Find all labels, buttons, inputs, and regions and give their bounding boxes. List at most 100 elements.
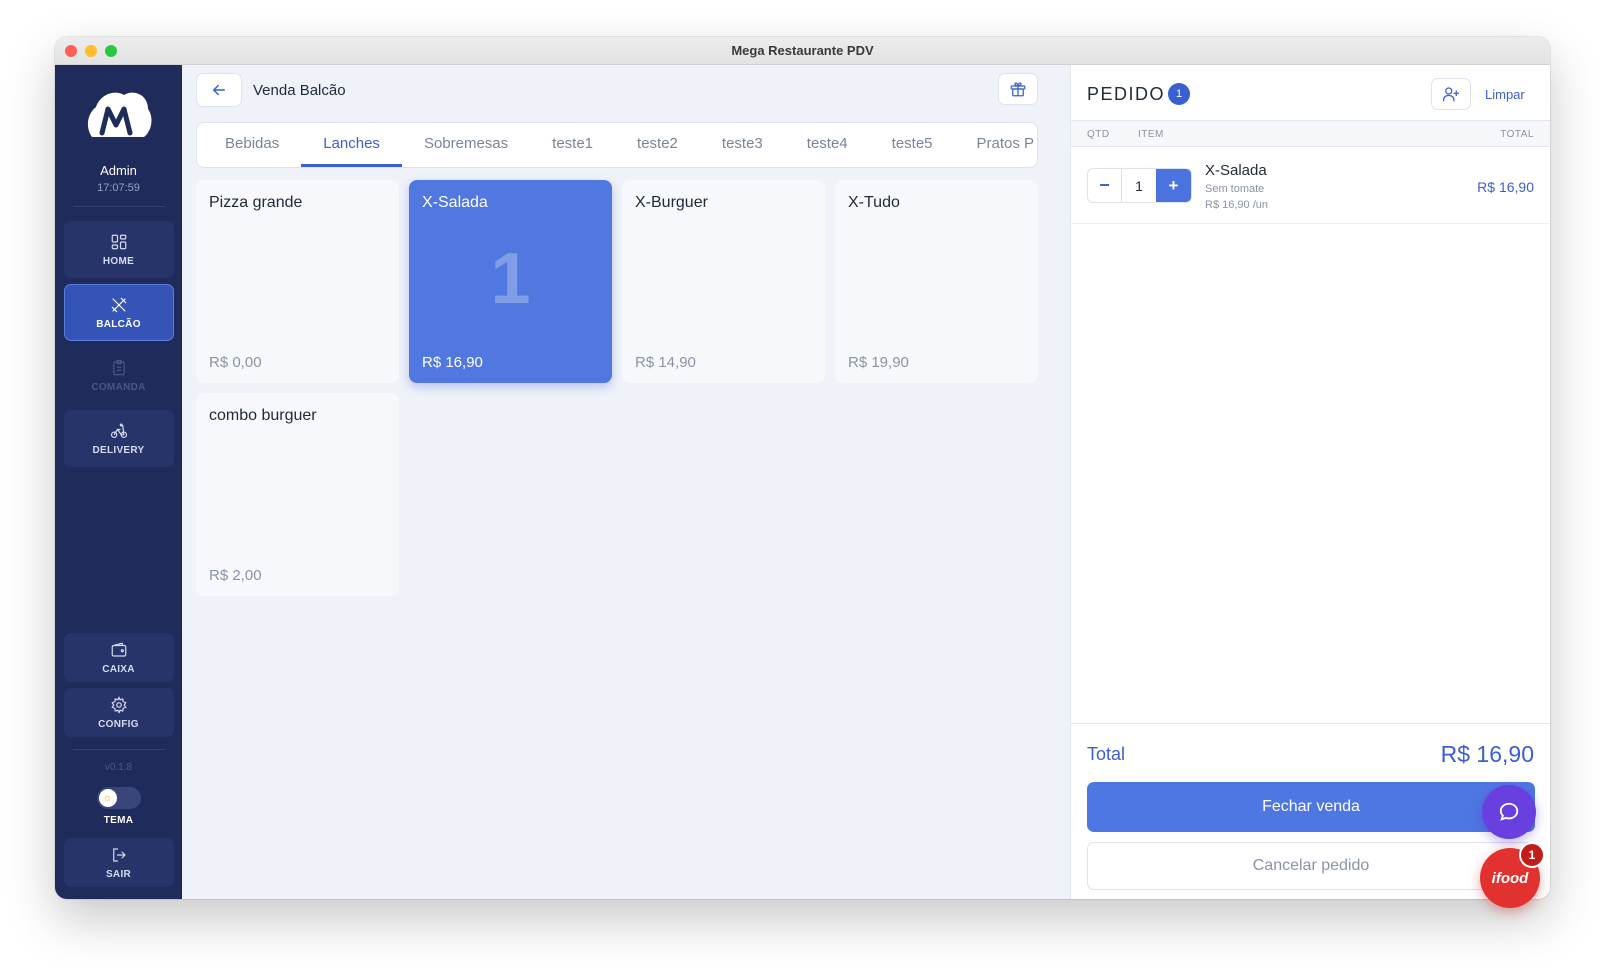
nav-delivery-label: DELIVERY — [92, 444, 145, 456]
window-controls — [65, 45, 117, 57]
utensils-crossed-icon — [111, 297, 126, 312]
sales-area: Venda Balcão Bebidas Lanches Sobremesas … — [182, 65, 1070, 899]
sidebar-divider — [72, 206, 165, 207]
product-price: R$ 2,00 — [209, 567, 262, 584]
ifood-logo: ifood — [1491, 869, 1529, 887]
close-window-button[interactable] — [65, 45, 77, 57]
order-item-unit-price: R$ 16,90 /un — [1205, 199, 1268, 211]
order-count-badge: 1 — [1168, 83, 1190, 105]
maximize-window-button[interactable] — [105, 45, 117, 57]
product-card[interactable]: X-Tudo R$ 19,90 — [835, 180, 1038, 383]
nav-delivery[interactable]: DELIVERY — [63, 410, 174, 467]
order-columns: QTD ITEM TOTAL — [1071, 121, 1550, 147]
ifood-notification-badge: 1 — [1519, 842, 1545, 868]
gift-icon — [1010, 82, 1026, 97]
product-card[interactable]: Pizza grande R$ 0,00 — [196, 180, 399, 383]
nav-home[interactable]: HOME — [63, 221, 174, 278]
nav-caixa-label: CAIXA — [102, 663, 135, 675]
tab-teste4[interactable]: teste4 — [785, 123, 870, 167]
bike-icon — [110, 422, 127, 438]
order-item-name: X-Salada — [1205, 162, 1267, 179]
page-title: Venda Balcão — [253, 82, 346, 99]
user-name: Admin — [100, 163, 137, 178]
product-price: R$ 16,90 — [422, 354, 483, 371]
product-card[interactable]: X-Burguer R$ 14,90 — [622, 180, 825, 383]
back-button[interactable] — [196, 73, 242, 107]
category-tabs: Bebidas Lanches Sobremesas teste1 teste2… — [196, 122, 1038, 168]
gift-button[interactable] — [998, 73, 1038, 105]
theme-toggle[interactable]: ☼ — [96, 787, 141, 809]
product-card-selected[interactable]: X-Salada 1 R$ 16,90 — [409, 180, 612, 383]
chat-button[interactable] — [1482, 785, 1536, 839]
product-qty: 1 — [490, 239, 531, 319]
product-name: X-Salada — [422, 194, 488, 211]
order-header: PEDIDO 1 Limpar — [1071, 65, 1550, 121]
theme-label: TEMA — [103, 815, 134, 826]
nav-balcao[interactable]: BALCÃO — [63, 284, 174, 341]
tab-bebidas[interactable]: Bebidas — [203, 123, 301, 167]
nav-config-label: CONFIG — [98, 718, 139, 730]
increase-qty-button[interactable]: + — [1156, 169, 1191, 202]
order-panel: PEDIDO 1 Limpar QTD ITEM TOTAL − 1 + X-S… — [1070, 65, 1550, 899]
exit-label: SAIR — [105, 868, 132, 880]
order-footer: Total R$ 16,90 Fechar venda Cancelar ped… — [1071, 723, 1550, 899]
title-bar: Mega Restaurante PDV — [55, 37, 1550, 65]
decrease-qty-button[interactable]: − — [1088, 169, 1122, 202]
app-logo-icon — [87, 92, 151, 137]
tab-teste3[interactable]: teste3 — [700, 123, 785, 167]
tab-teste1[interactable]: teste1 — [530, 123, 615, 167]
order-item-note: Sem tomate — [1205, 183, 1265, 195]
clock: 17:07:59 — [97, 182, 140, 194]
col-qty: QTD — [1087, 129, 1110, 140]
nav-caixa[interactable]: CAIXA — [63, 633, 174, 682]
clear-order-link[interactable]: Limpar — [1485, 87, 1525, 102]
exit-button[interactable]: SAIR — [63, 838, 174, 887]
nav-home-label: HOME — [102, 255, 135, 267]
gear-icon — [110, 695, 127, 714]
product-price: R$ 19,90 — [848, 354, 909, 371]
product-name: combo burguer — [209, 407, 317, 424]
tab-teste2[interactable]: teste2 — [615, 123, 700, 167]
tab-sobremesas[interactable]: Sobremesas — [402, 123, 530, 167]
product-name: X-Tudo — [848, 194, 900, 211]
app-version: v0.1.8 — [104, 762, 133, 773]
sidebar: Admin 17:07:59 HOME BALCÃO COMANDA DELIV… — [55, 65, 182, 899]
wallet-icon — [111, 642, 126, 657]
quantity-stepper: − 1 + — [1087, 168, 1192, 203]
tab-pratos[interactable]: Pratos P — [955, 123, 1037, 167]
minimize-window-button[interactable] — [85, 45, 97, 57]
window-title: Mega Restaurante PDV — [731, 43, 874, 58]
tab-lanches[interactable]: Lanches — [301, 123, 402, 167]
chat-bubble-icon — [1499, 802, 1519, 821]
user-plus-icon — [1442, 87, 1460, 102]
add-customer-button[interactable] — [1431, 78, 1471, 110]
cancel-order-button[interactable]: Cancelar pedido — [1087, 842, 1535, 890]
logout-icon — [112, 847, 126, 862]
order-title: PEDIDO — [1087, 84, 1166, 104]
nav-config[interactable]: CONFIG — [63, 688, 174, 737]
app-window: Mega Restaurante PDV Admin 17:07:59 HOME… — [55, 37, 1550, 899]
order-item-total: R$ 16,90 — [1477, 179, 1534, 195]
qty-value: 1 — [1135, 177, 1143, 194]
product-name: Pizza grande — [209, 194, 303, 211]
nav-comanda[interactable]: COMANDA — [64, 347, 174, 404]
product-price: R$ 0,00 — [209, 354, 262, 371]
tab-teste5[interactable]: teste5 — [870, 123, 955, 167]
product-price: R$ 14,90 — [635, 354, 696, 371]
nav-comanda-label: COMANDA — [91, 381, 146, 393]
total-label: Total — [1087, 744, 1126, 764]
arrow-left-icon — [212, 84, 225, 96]
col-total: TOTAL — [1500, 129, 1534, 140]
grid-icon — [111, 234, 126, 249]
sun-icon: ☼ — [98, 789, 117, 807]
product-grid: Pizza grande R$ 0,00 X-Salada 1 R$ 16,90… — [196, 180, 1038, 596]
order-item-row: − 1 + X-Salada Sem tomate R$ 16,90 /un R… — [1071, 148, 1550, 224]
product-card[interactable]: combo burguer R$ 2,00 — [196, 393, 399, 596]
col-item: ITEM — [1138, 129, 1164, 140]
close-sale-button[interactable]: Fechar venda — [1087, 782, 1535, 832]
clipboard-icon — [112, 359, 125, 375]
sidebar-divider — [72, 749, 165, 750]
product-name: X-Burguer — [635, 194, 708, 211]
nav-balcao-label: BALCÃO — [96, 318, 141, 330]
total-value: R$ 16,90 — [1440, 741, 1534, 767]
